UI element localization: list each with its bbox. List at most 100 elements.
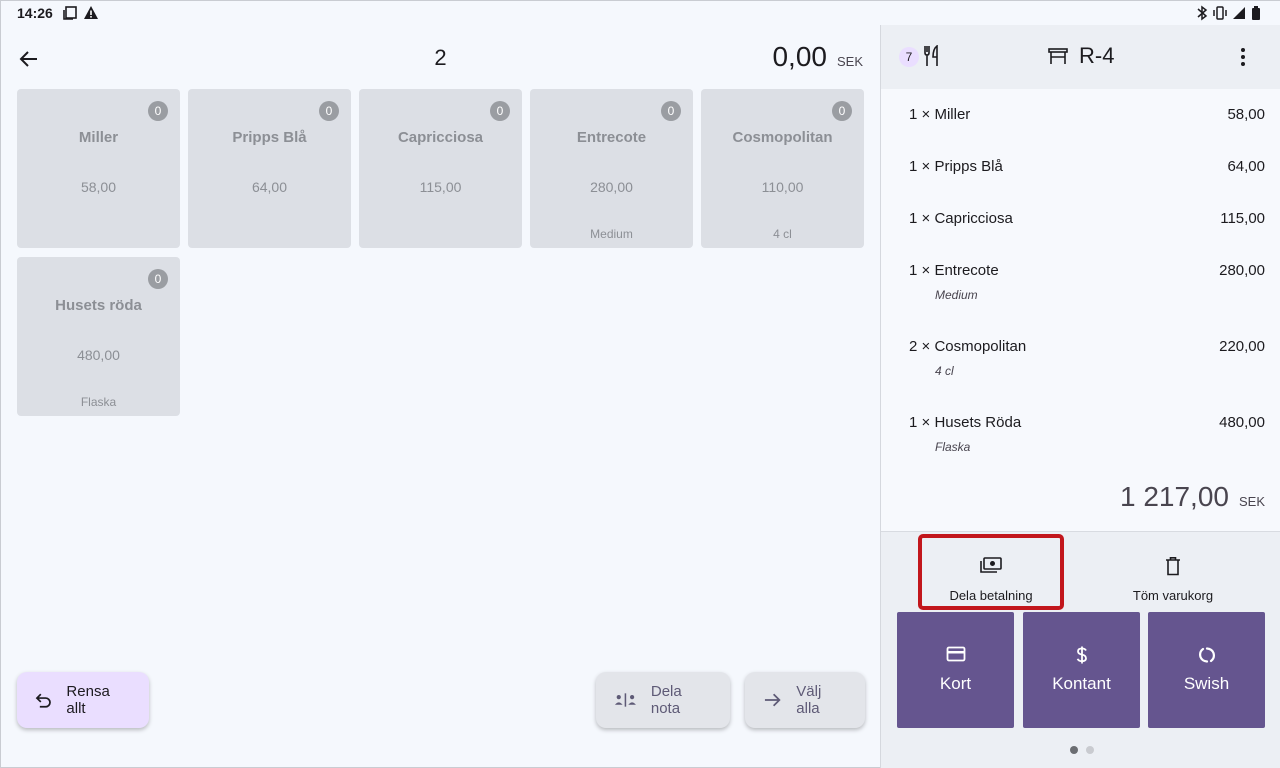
order-item-qty: 1 × — [909, 414, 931, 431]
order-item-line: 2 × Cosmopolitan 220,00 — [909, 338, 1265, 358]
order-item-price: 480,00 — [1219, 414, 1265, 431]
pay-card-button[interactable]: Kort — [897, 612, 1014, 728]
tile-price: 64,00 — [251, 179, 288, 195]
clear-all-button[interactable]: Rensa allt — [17, 672, 149, 728]
payment-actions: Dela betalning Töm varukorg Kort Kontant… — [881, 531, 1280, 768]
order-pane: 7 R-4 1 × Miller 58,00 1 × Pripps Blå 64… — [880, 25, 1280, 768]
order-item-desc: 1 × Entrecote — [909, 262, 999, 282]
arrow-forward-icon — [764, 693, 781, 707]
order-item-qty: 1 × — [909, 262, 931, 279]
credit-card-icon — [946, 646, 965, 662]
table-icon — [1048, 48, 1068, 64]
tile-note: Medium — [590, 227, 633, 241]
trash-icon — [1166, 557, 1180, 576]
order-item-note: 4 cl — [935, 364, 954, 378]
order-item-name: Cosmopolitan — [934, 338, 1027, 355]
product-tile[interactable]: 0 Entrecote 280,00 Medium — [530, 89, 693, 248]
order-header: 7 R-4 — [881, 25, 1280, 89]
pay-swish-button[interactable]: Swish — [1148, 612, 1265, 728]
signal-icon — [1233, 7, 1245, 19]
order-total-currency: SEK — [1238, 494, 1265, 509]
order-item-qty: 1 × — [909, 210, 931, 227]
status-time: 14:26 — [17, 5, 53, 21]
warning-icon — [84, 6, 98, 19]
tile-count-badge: 0 — [661, 101, 681, 121]
order-item-desc: 1 × Capricciosa — [909, 210, 1013, 230]
left-pane: 2 0,00 SEK 0 Miller 58,00 0 Pripps Blå 6… — [1, 25, 880, 768]
empty-cart-button[interactable]: Töm varukorg — [1103, 546, 1243, 604]
pay-cash-label: Kontant — [1052, 674, 1111, 693]
select-all-label: Välj alla — [796, 683, 822, 717]
order-item-line: 1 × Capricciosa 115,00 — [909, 210, 1265, 230]
tile-price: 58,00 — [80, 179, 117, 195]
order-item-price: 115,00 — [1220, 210, 1265, 227]
order-item-line: 1 × Pripps Blå 64,00 — [909, 158, 1265, 178]
product-tile[interactable]: 0 Husets röda 480,00 Flaska — [17, 257, 180, 416]
vibrate-icon — [1213, 6, 1227, 20]
copy-icon — [63, 6, 77, 20]
order-item-price: 220,00 — [1219, 338, 1265, 355]
order-item-price: 280,00 — [1219, 262, 1265, 279]
selected-amount: 0,00 SEK — [772, 41, 863, 73]
order-item-desc: 1 × Miller — [909, 106, 970, 126]
order-item-desc: 1 × Pripps Blå — [909, 158, 1003, 178]
more-vert-icon — [1241, 48, 1245, 66]
order-item-qty: 1 × — [909, 106, 931, 123]
split-people-icon — [614, 693, 636, 707]
tile-name: Husets röda — [55, 297, 142, 314]
tile-price: 280,00 — [590, 179, 633, 195]
product-tile[interactable]: 0 Pripps Blå 64,00 — [188, 89, 351, 248]
tile-name: Pripps Blå — [232, 129, 307, 146]
split-payment-button[interactable]: Dela betalning — [921, 546, 1061, 604]
order-item-qty: 1 × — [909, 158, 931, 175]
clear-all-label: Rensa allt — [66, 683, 110, 717]
tile-name: Entrecote — [576, 129, 647, 146]
table-indicator[interactable]: R-4 — [1047, 43, 1114, 69]
status-bar: 14:26 — [1, 1, 1280, 25]
order-item-note: Medium — [935, 288, 978, 302]
order-item-desc: 2 × Cosmopolitan — [909, 338, 1026, 358]
order-item-qty: 2 × — [909, 338, 931, 355]
order-item-desc: 1 × Husets Röda — [909, 414, 1021, 434]
pay-card-label: Kort — [939, 674, 972, 693]
order-total-value: 1 217,00 — [1119, 481, 1229, 512]
battery-icon — [1252, 6, 1260, 20]
product-tile[interactable]: 0 Capricciosa 115,00 — [359, 89, 522, 248]
order-item-price: 58,00 — [1227, 106, 1265, 123]
select-all-button[interactable]: Välj alla — [745, 672, 865, 728]
undo-icon — [35, 693, 51, 708]
product-tile[interactable]: 0 Cosmopolitan 110,00 4 cl — [701, 89, 864, 248]
table-label: R-4 — [1079, 43, 1115, 68]
order-item-line: 1 × Miller 58,00 — [909, 106, 1265, 126]
swish-icon — [1198, 647, 1215, 663]
tile-note: Flaska — [80, 395, 117, 409]
tile-count-badge: 0 — [148, 101, 168, 121]
order-item-line: 1 × Entrecote 280,00 — [909, 262, 1265, 282]
tile-count-badge: 0 — [832, 101, 852, 121]
page-dot[interactable] — [1086, 746, 1094, 754]
page-indicator — [1070, 746, 1094, 754]
product-tile[interactable]: 0 Miller 58,00 — [17, 89, 180, 248]
order-item-name: Husets Röda — [934, 414, 1022, 431]
tile-count-badge: 0 — [319, 101, 339, 121]
split-bill-button[interactable]: Dela nota — [596, 672, 730, 728]
order-item-note: Flaska — [935, 440, 971, 454]
order-item-name: Entrecote — [934, 262, 999, 279]
bluetooth-icon — [1197, 5, 1208, 21]
more-options-button[interactable] — [1231, 45, 1255, 69]
payments-icon — [980, 557, 1002, 573]
app-window: 14:26 2 0,00 SEK 0 Miller 58,00 0 Pripps… — [0, 0, 1280, 768]
empty-cart-label: Töm varukorg — [1132, 588, 1214, 603]
guest-count-badge: 7 — [899, 47, 919, 67]
dollar-icon — [1076, 646, 1087, 664]
page-dot-active — [1070, 746, 1078, 754]
tile-note: 4 cl — [773, 227, 792, 241]
pay-cash-button[interactable]: Kontant — [1023, 612, 1140, 728]
order-total: 1 217,00 SEK — [1120, 481, 1265, 513]
tile-count-badge: 0 — [148, 269, 168, 289]
cutlery-icon — [924, 45, 938, 66]
split-payment-label: Dela betalning — [949, 588, 1033, 603]
tile-name: Miller — [78, 129, 119, 146]
order-item-name: Capricciosa — [934, 210, 1013, 227]
tile-count-badge: 0 — [490, 101, 510, 121]
